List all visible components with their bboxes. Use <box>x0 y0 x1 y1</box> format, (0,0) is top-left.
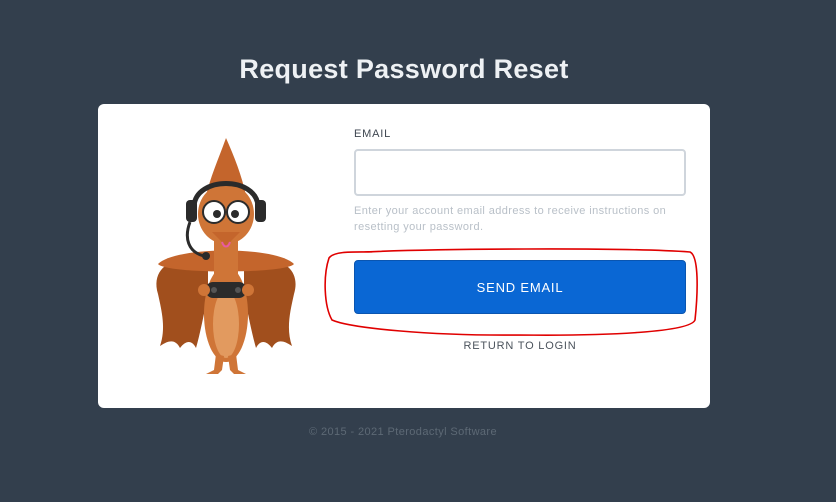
email-label: EMAIL <box>354 128 392 140</box>
send-email-button[interactable]: SEND EMAIL <box>354 260 686 314</box>
pterodactyl-mascot-icon <box>156 138 296 374</box>
reset-card: EMAIL Enter your account email address t… <box>98 104 710 408</box>
reset-form: EMAIL Enter your account email address t… <box>354 128 686 235</box>
email-help-text: Enter your account email address to rece… <box>354 205 667 233</box>
footer-copyright: © 2015 - 2021 Pterodactyl Software <box>308 426 498 438</box>
page-title: Request Password Reset <box>239 54 569 84</box>
email-field[interactable] <box>354 149 686 196</box>
return-to-login-link[interactable]: RETURN TO LOGIN <box>354 340 686 352</box>
